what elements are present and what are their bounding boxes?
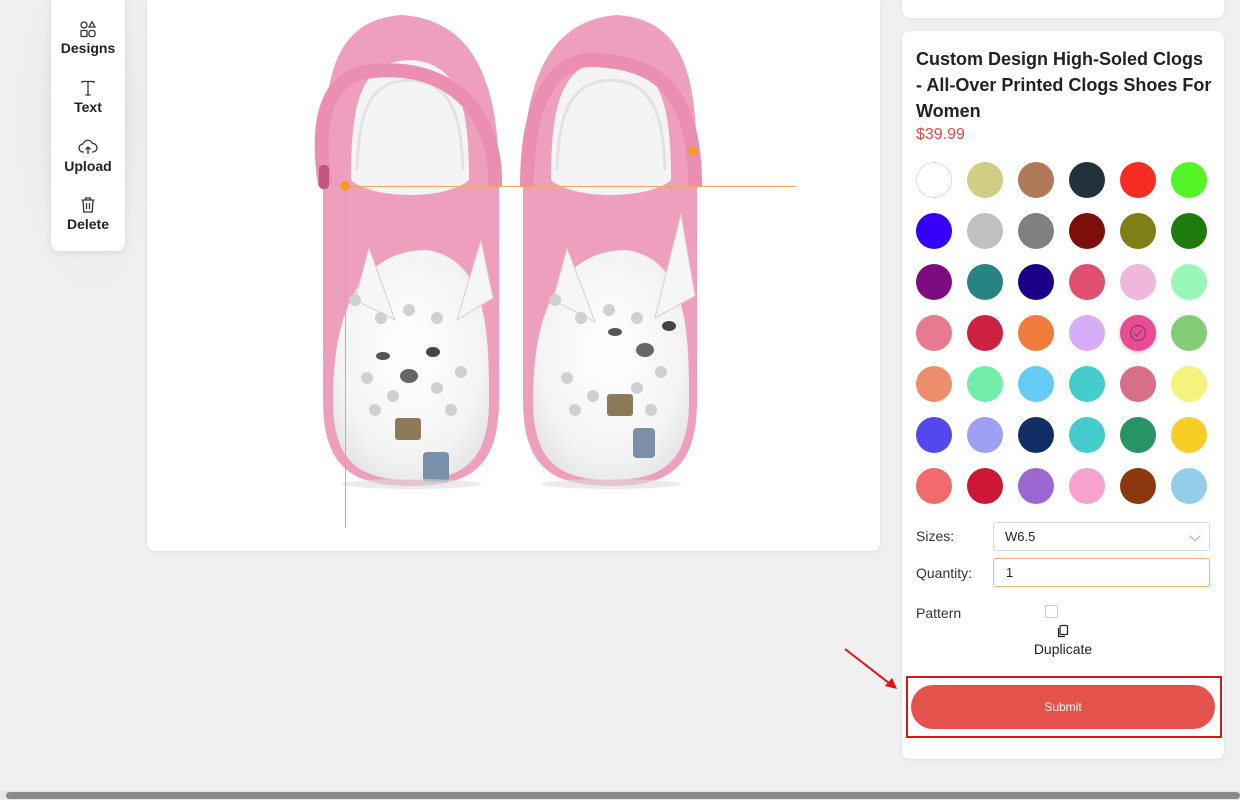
color-swatch[interactable]: [916, 162, 952, 198]
text-tool[interactable]: Text: [51, 77, 125, 115]
chevron-down-icon: [1189, 530, 1201, 542]
color-swatch[interactable]: [1069, 213, 1105, 249]
color-swatch[interactable]: [1069, 468, 1105, 504]
transform-handle[interactable]: [688, 146, 698, 156]
shapes-icon: [51, 18, 125, 40]
color-swatch[interactable]: [1069, 162, 1105, 198]
upload-label: Upload: [64, 158, 112, 174]
top-card: [902, 0, 1224, 18]
color-swatch[interactable]: [1120, 315, 1156, 351]
submit-button[interactable]: Submit: [911, 685, 1215, 729]
color-swatch[interactable]: [1171, 213, 1207, 249]
color-swatch[interactable]: [1171, 264, 1207, 300]
quantity-label: Quantity:: [916, 565, 973, 581]
design-toolbar: Designs Text Upload Delete: [51, 0, 125, 251]
color-swatch[interactable]: [1069, 366, 1105, 402]
delete-tool[interactable]: Delete: [51, 194, 125, 232]
transform-handle[interactable]: [340, 181, 350, 191]
color-swatch[interactable]: [1069, 315, 1105, 351]
product-panel: Custom Design High-Soled Clogs - All-Ove…: [902, 31, 1224, 759]
color-swatch[interactable]: [1171, 468, 1207, 504]
color-swatch[interactable]: [1018, 417, 1054, 453]
color-swatch[interactable]: [967, 366, 1003, 402]
design-canvas[interactable]: [147, 0, 880, 551]
size-select[interactable]: W6.5: [993, 522, 1210, 551]
color-swatch[interactable]: [1018, 315, 1054, 351]
pattern-checkbox[interactable]: [1045, 605, 1058, 618]
color-swatch[interactable]: [916, 315, 952, 351]
color-swatch[interactable]: [1069, 264, 1105, 300]
duplicate-label[interactable]: Duplicate: [1012, 641, 1114, 657]
color-swatch[interactable]: [1120, 162, 1156, 198]
product-price: $39.99: [916, 126, 965, 143]
color-swatch[interactable]: [1120, 366, 1156, 402]
color-swatch[interactable]: [1120, 417, 1156, 453]
color-swatch[interactable]: [1018, 264, 1054, 300]
check-icon: [1130, 325, 1146, 341]
horizontal-scrollbar[interactable]: [0, 791, 1240, 800]
color-swatch[interactable]: [967, 264, 1003, 300]
text-icon: [51, 77, 125, 99]
text-label: Text: [74, 99, 102, 115]
duplicate-icon[interactable]: [1056, 624, 1070, 638]
color-swatch[interactable]: [1171, 315, 1207, 351]
delete-label: Delete: [66, 216, 110, 232]
color-swatch[interactable]: [916, 468, 952, 504]
quantity-input[interactable]: [993, 558, 1210, 587]
color-swatch[interactable]: [967, 162, 1003, 198]
color-swatch[interactable]: [1120, 264, 1156, 300]
color-swatch[interactable]: [1018, 366, 1054, 402]
color-swatch[interactable]: [916, 366, 952, 402]
clogs-preview-image: [314, 15, 702, 489]
color-swatch[interactable]: [1171, 162, 1207, 198]
designs-label: Designs: [60, 40, 116, 56]
cloud-upload-icon: [51, 136, 125, 158]
color-swatch[interactable]: [967, 468, 1003, 504]
color-swatch[interactable]: [1120, 468, 1156, 504]
color-swatch[interactable]: [967, 315, 1003, 351]
designs-tool[interactable]: Designs: [51, 18, 125, 56]
upload-tool[interactable]: Upload: [51, 136, 125, 174]
alignment-guide-vertical: [345, 186, 346, 528]
pattern-label: Pattern: [916, 605, 962, 621]
product-title: Custom Design High-Soled Clogs - All-Ove…: [916, 49, 1212, 121]
trash-icon: [51, 194, 125, 216]
alignment-guide-horizontal: [345, 186, 796, 187]
color-swatch[interactable]: [1018, 468, 1054, 504]
color-swatch[interactable]: [916, 417, 952, 453]
color-swatch[interactable]: [1018, 162, 1054, 198]
sizes-label: Sizes:: [916, 528, 955, 544]
color-swatch[interactable]: [916, 213, 952, 249]
color-swatch[interactable]: [967, 417, 1003, 453]
color-swatch[interactable]: [1069, 417, 1105, 453]
annotation-arrow-icon: [844, 648, 897, 689]
color-swatch[interactable]: [1120, 213, 1156, 249]
color-swatch[interactable]: [1171, 417, 1207, 453]
color-swatch[interactable]: [1171, 366, 1207, 402]
color-swatch[interactable]: [916, 264, 952, 300]
scrollbar-thumb[interactable]: [6, 792, 1240, 799]
size-select-value: W6.5: [1005, 529, 1036, 544]
color-swatch[interactable]: [1018, 213, 1054, 249]
color-swatch[interactable]: [967, 213, 1003, 249]
